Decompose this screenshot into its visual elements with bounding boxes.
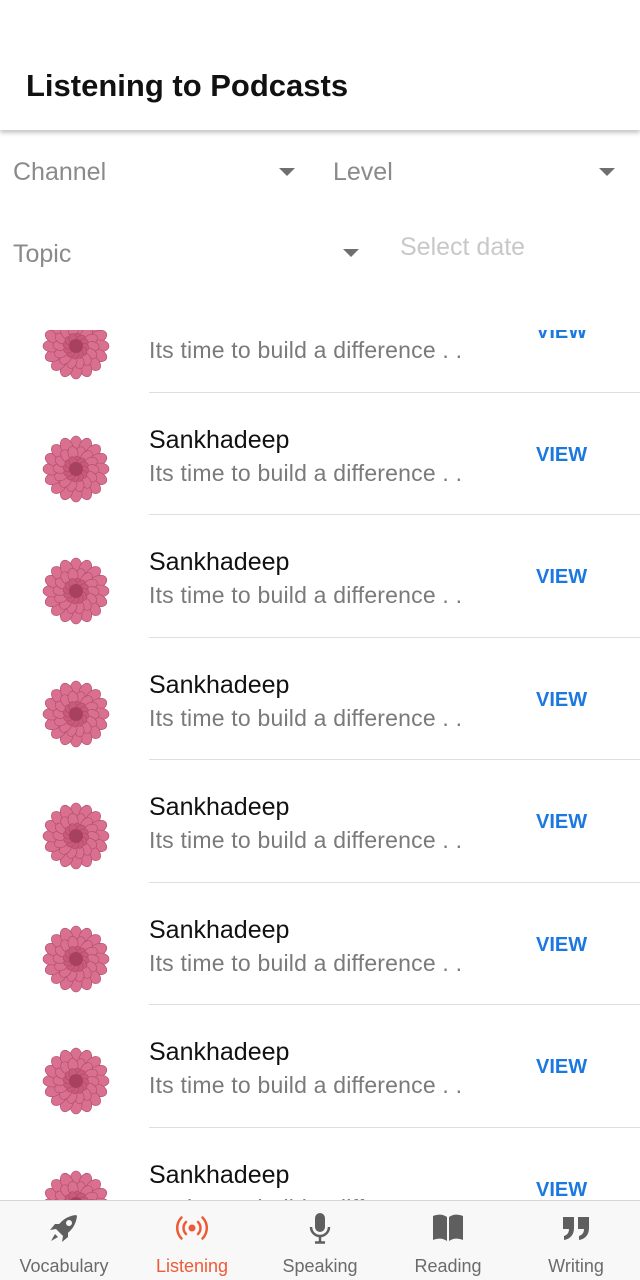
- nav-listening-label: Listening: [155, 1256, 229, 1276]
- nav-vocabulary-label: Vocabulary: [19, 1256, 109, 1276]
- view-button[interactable]: VIEW: [536, 934, 587, 957]
- channel-chevron-down-icon[interactable]: [279, 168, 295, 176]
- podcast-channel-name: Sankhadeep: [149, 1038, 290, 1066]
- view-button[interactable]: VIEW: [536, 1179, 587, 1201]
- podcast-description: Its time to build a difference . .: [149, 827, 463, 853]
- level-dropdown[interactable]: Level: [333, 158, 393, 187]
- view-button[interactable]: VIEW: [536, 1056, 587, 1079]
- podcast-channel-name: Sankhadeep: [149, 915, 290, 944]
- topic-chevron-down-icon[interactable]: [343, 249, 359, 257]
- podcast-description: Its time to build a difference . .: [149, 949, 463, 976]
- nav-speaking-label: Speaking: [282, 1256, 358, 1276]
- nav-speaking[interactable]: Speaking: [256, 1201, 384, 1280]
- podcast-description: Its time to build a difference . .: [149, 582, 463, 608]
- date-placeholder: Select date: [400, 233, 526, 261]
- podcast-row[interactable]: Sankhadeep Its time to build a differenc…: [0, 1128, 640, 1201]
- view-button[interactable]: VIEW: [536, 444, 587, 467]
- podcast-description: Its time to build a difference . .: [149, 1072, 463, 1098]
- channel-dropdown[interactable]: Channel: [13, 158, 106, 187]
- podcast-row[interactable]: Sankhadeep Its time to build a differenc…: [0, 883, 640, 1005]
- podcast-row[interactable]: Sankhadeep Its time to build a differenc…: [0, 393, 640, 515]
- microphone-icon: [309, 1213, 331, 1244]
- page-title: Listening to Podcasts: [26, 68, 349, 103]
- podcast-avatar-image: [38, 1166, 114, 1200]
- podcast-avatar-image: [38, 431, 114, 507]
- nav-listening[interactable]: Listening: [128, 1201, 256, 1280]
- date-picker-field[interactable]: Select date: [400, 233, 525, 262]
- view-button[interactable]: VIEW: [536, 330, 587, 344]
- view-button[interactable]: VIEW: [536, 811, 587, 834]
- podcast-description: Its time to build a difference . .: [149, 704, 463, 731]
- channel-label: Channel: [13, 158, 107, 186]
- podcast-channel-name: Sankhadeep: [149, 425, 290, 454]
- podcast-row[interactable]: Sankhadeep Its time to build a differenc…: [0, 760, 640, 883]
- quote-icon: [563, 1217, 589, 1240]
- level-label: Level: [333, 158, 393, 186]
- podcast-row[interactable]: Sankhadeep Its time to build a differenc…: [0, 1005, 640, 1128]
- app-header: Listening to Podcasts: [0, 0, 640, 130]
- nav-reading[interactable]: Reading: [384, 1201, 512, 1280]
- podcast-channel-name: Sankhadeep: [149, 1160, 290, 1189]
- podcast-description: Its time to build a difference . .: [149, 459, 463, 486]
- book-icon: [433, 1214, 463, 1241]
- nav-reading-label: Reading: [414, 1256, 482, 1276]
- podcast-avatar-image: [38, 553, 114, 629]
- view-button[interactable]: VIEW: [536, 566, 587, 589]
- podcast-channel-name: Sankhadeep: [149, 548, 290, 576]
- podcast-channel-name: Sankhadeep: [149, 793, 290, 821]
- podcast-row[interactable]: Sankhadeep Its time to build a differenc…: [0, 330, 640, 393]
- podcast-row[interactable]: Sankhadeep Its time to build a differenc…: [0, 638, 640, 760]
- topic-label: Topic: [13, 240, 72, 268]
- nav-writing-label: Writing: [548, 1256, 604, 1276]
- rocket-icon: [50, 1215, 77, 1242]
- podcast-avatar-image: [38, 1043, 114, 1119]
- nav-vocabulary[interactable]: Vocabulary: [0, 1201, 128, 1280]
- podcast-list[interactable]: Sankhadeep Its time to build a differenc…: [0, 330, 640, 1200]
- view-button[interactable]: VIEW: [536, 689, 587, 712]
- podcast-avatar-image: [38, 798, 114, 874]
- bottom-navigation: Vocabulary Listening Speaking Reading Wr…: [0, 1200, 640, 1280]
- podcast-description: Its time to build a difference . .: [149, 337, 463, 363]
- topic-dropdown[interactable]: Topic: [13, 240, 71, 269]
- broadcast-icon: [175, 1216, 209, 1240]
- podcast-channel-name: Sankhadeep: [149, 330, 289, 332]
- level-chevron-down-icon[interactable]: [599, 168, 615, 176]
- podcast-avatar-image: [38, 921, 114, 997]
- podcast-avatar-image: [38, 330, 114, 384]
- nav-writing[interactable]: Writing: [512, 1201, 640, 1280]
- podcast-channel-name: Sankhadeep: [149, 670, 290, 699]
- podcast-row[interactable]: Sankhadeep Its time to build a differenc…: [0, 515, 640, 638]
- podcast-avatar-image: [38, 676, 114, 752]
